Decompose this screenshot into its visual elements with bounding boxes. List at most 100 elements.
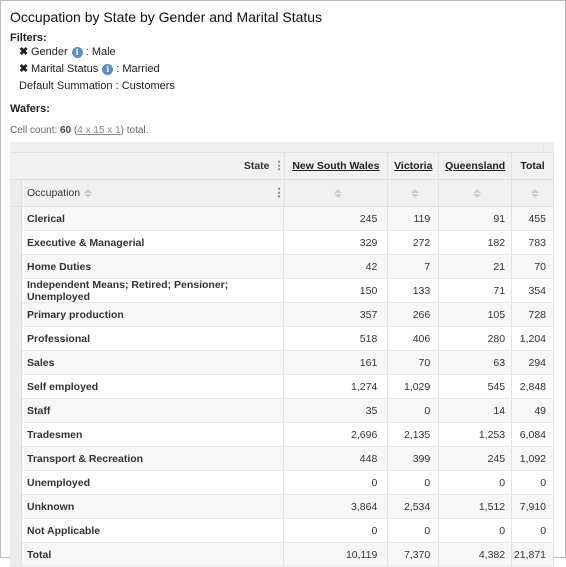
row-stub	[10, 447, 22, 470]
cell-count-value: 60	[60, 125, 72, 136]
value-cell: 7,370	[388, 543, 440, 566]
table-top-bar	[10, 142, 554, 153]
occupation-header[interactable]: Occupation ⋮	[22, 180, 285, 206]
sort-icon[interactable]	[473, 188, 482, 198]
value-cell: 0	[512, 519, 555, 542]
value-cell: 150	[284, 279, 389, 302]
value-cell: 6,084	[512, 423, 555, 446]
sort-icon[interactable]	[333, 188, 342, 198]
default-summation: Default Summation : Customers	[19, 80, 175, 92]
row-label: Transport & Recreation	[22, 447, 285, 470]
row-label: Not Applicable	[22, 519, 285, 542]
table-row: Sales 161 70 63 294	[10, 351, 555, 375]
row-stub	[10, 423, 22, 446]
column-header-queensland[interactable]: Queensland	[439, 153, 513, 179]
sort-icon[interactable]	[411, 188, 420, 198]
row-stub	[10, 519, 22, 542]
row-stub	[10, 351, 22, 374]
value-cell: 245	[284, 207, 389, 230]
column-link[interactable]: Victoria	[394, 160, 432, 172]
sort-icon[interactable]	[84, 188, 93, 198]
row-label: Professional	[22, 327, 285, 350]
column-header-victoria[interactable]: Victoria	[388, 153, 440, 179]
cell-count: Cell count: 60 (4 x 15 x 1) total.	[10, 125, 148, 136]
value-cell: 0	[439, 471, 513, 494]
value-cell: 63	[439, 351, 513, 374]
row-stub	[10, 543, 22, 566]
table-row: Staff 35 0 14 49	[10, 399, 555, 423]
value-cell: 272	[388, 231, 440, 254]
row-label: Tradesmen	[22, 423, 285, 446]
value-cell: 105	[439, 303, 513, 326]
row-header-row: Occupation ⋮	[10, 180, 554, 207]
row-stub	[10, 471, 22, 494]
value-cell: 245	[439, 447, 513, 470]
sort-icon[interactable]	[530, 188, 539, 198]
value-cell: 0	[388, 399, 440, 422]
state-label: State	[243, 160, 270, 172]
value-cell: 21,871	[512, 543, 555, 566]
remove-filter-icon[interactable]: ✖	[19, 63, 29, 75]
wafers-label: Wafers:	[10, 103, 50, 115]
row-label: Clerical	[22, 207, 285, 230]
value-cell: 2,696	[284, 423, 389, 446]
row-label: Self employed	[22, 375, 285, 398]
table-row: Unknown 3,864 2,534 1,512 7,910	[10, 495, 555, 519]
value-cell: 1,029	[388, 375, 440, 398]
value-cell: 1,092	[512, 447, 555, 470]
value-cell: 728	[512, 303, 555, 326]
info-icon[interactable]: i	[102, 63, 114, 75]
row-stub	[10, 180, 22, 206]
column-link[interactable]: Queensland	[445, 160, 505, 172]
info-icon[interactable]: i	[71, 46, 83, 58]
value-cell: 91	[439, 207, 513, 230]
table-row: Clerical 245 119 91 455	[10, 207, 555, 231]
cell-count-suffix: ) total.	[120, 125, 149, 136]
value-cell: 4,382	[439, 543, 513, 566]
value-cell: 161	[284, 351, 389, 374]
value-cell: 3,864	[284, 495, 389, 518]
value-cell: 182	[439, 231, 513, 254]
value-cell: 357	[284, 303, 389, 326]
row-label: Staff	[22, 399, 285, 422]
row-stub	[10, 231, 22, 254]
row-stub	[10, 207, 22, 230]
table-body: Clerical 245 119 91 455 Executive & Manageria…	[10, 207, 555, 567]
filter-name: Marital Status	[31, 63, 99, 75]
value-cell: 2,534	[388, 495, 440, 518]
value-cell: 518	[284, 327, 389, 350]
sort-total[interactable]	[512, 180, 554, 206]
occupation-menu-icon[interactable]: ⋮	[274, 187, 285, 199]
value-cell: 14	[439, 399, 513, 422]
total-row: Total 10,119 7,370 4,382 21,871	[10, 543, 555, 567]
filters-label: Filters:	[10, 32, 47, 44]
row-label: Home Duties	[22, 255, 285, 278]
top-bar-fill	[10, 142, 544, 152]
row-label: Total	[22, 543, 285, 566]
row-stub	[10, 495, 22, 518]
table-row: Home Duties 42 7 21 70	[10, 255, 555, 279]
remove-filter-icon[interactable]: ✖	[19, 46, 29, 58]
sort-nsw[interactable]	[285, 180, 389, 206]
state-menu-icon[interactable]: ⋮	[274, 160, 285, 172]
value-cell: 455	[512, 207, 555, 230]
row-stub	[10, 327, 22, 350]
value-cell: 7	[388, 255, 440, 278]
value-cell: 0	[284, 471, 389, 494]
value-cell: 133	[388, 279, 440, 302]
row-label: Sales	[22, 351, 285, 374]
report-title: Occupation by State by Gender and Marita…	[10, 9, 323, 25]
sort-victoria[interactable]	[388, 180, 440, 206]
column-header-nsw[interactable]: New South Wales	[285, 153, 389, 179]
table-row: Professional 518 406 280 1,204	[10, 327, 555, 351]
value-cell: 1,512	[439, 495, 513, 518]
sort-queensland[interactable]	[439, 180, 513, 206]
value-cell: 0	[284, 519, 389, 542]
crosstab-table: State ⋮ New South Wales Victoria Queensl…	[10, 142, 555, 567]
value-cell: 119	[388, 207, 440, 230]
cell-count-dimensions-link[interactable]: 4 x 15 x 1	[77, 125, 120, 136]
row-stub	[10, 399, 22, 422]
column-link[interactable]: New South Wales	[292, 160, 379, 172]
cell-count-prefix: Cell count:	[10, 125, 61, 136]
value-cell: 71	[439, 279, 513, 302]
